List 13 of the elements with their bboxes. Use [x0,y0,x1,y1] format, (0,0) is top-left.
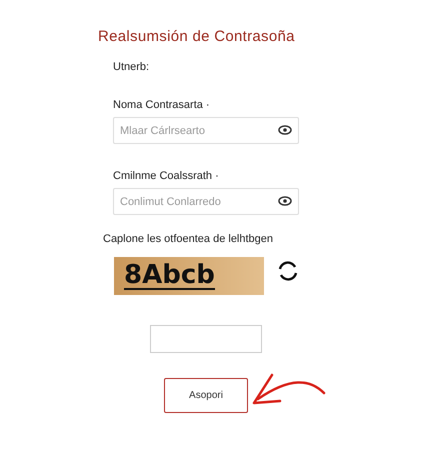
refresh-icon[interactable] [276,259,300,283]
eye-icon[interactable] [278,125,292,135]
field-label: Cmilnme Coalssrath · [113,170,219,182]
eye-icon[interactable] [278,196,292,206]
field-label: Noma Contrasarta · [113,99,210,111]
subtitle: Utnerb: [113,61,150,73]
page-title: Realsumsión de Contrasoña [98,28,295,45]
captcha-label: Caplone les otfoentea de lelhtbgen [103,233,274,245]
captcha-input[interactable] [150,325,262,353]
password-field[interactable]: Conlimut Conlarredo [113,188,299,215]
password-field[interactable]: Mlaar Cárlrsearto [113,117,299,144]
submit-button[interactable]: Asopori [164,378,248,413]
captcha-image: 8Abcb [114,257,264,295]
